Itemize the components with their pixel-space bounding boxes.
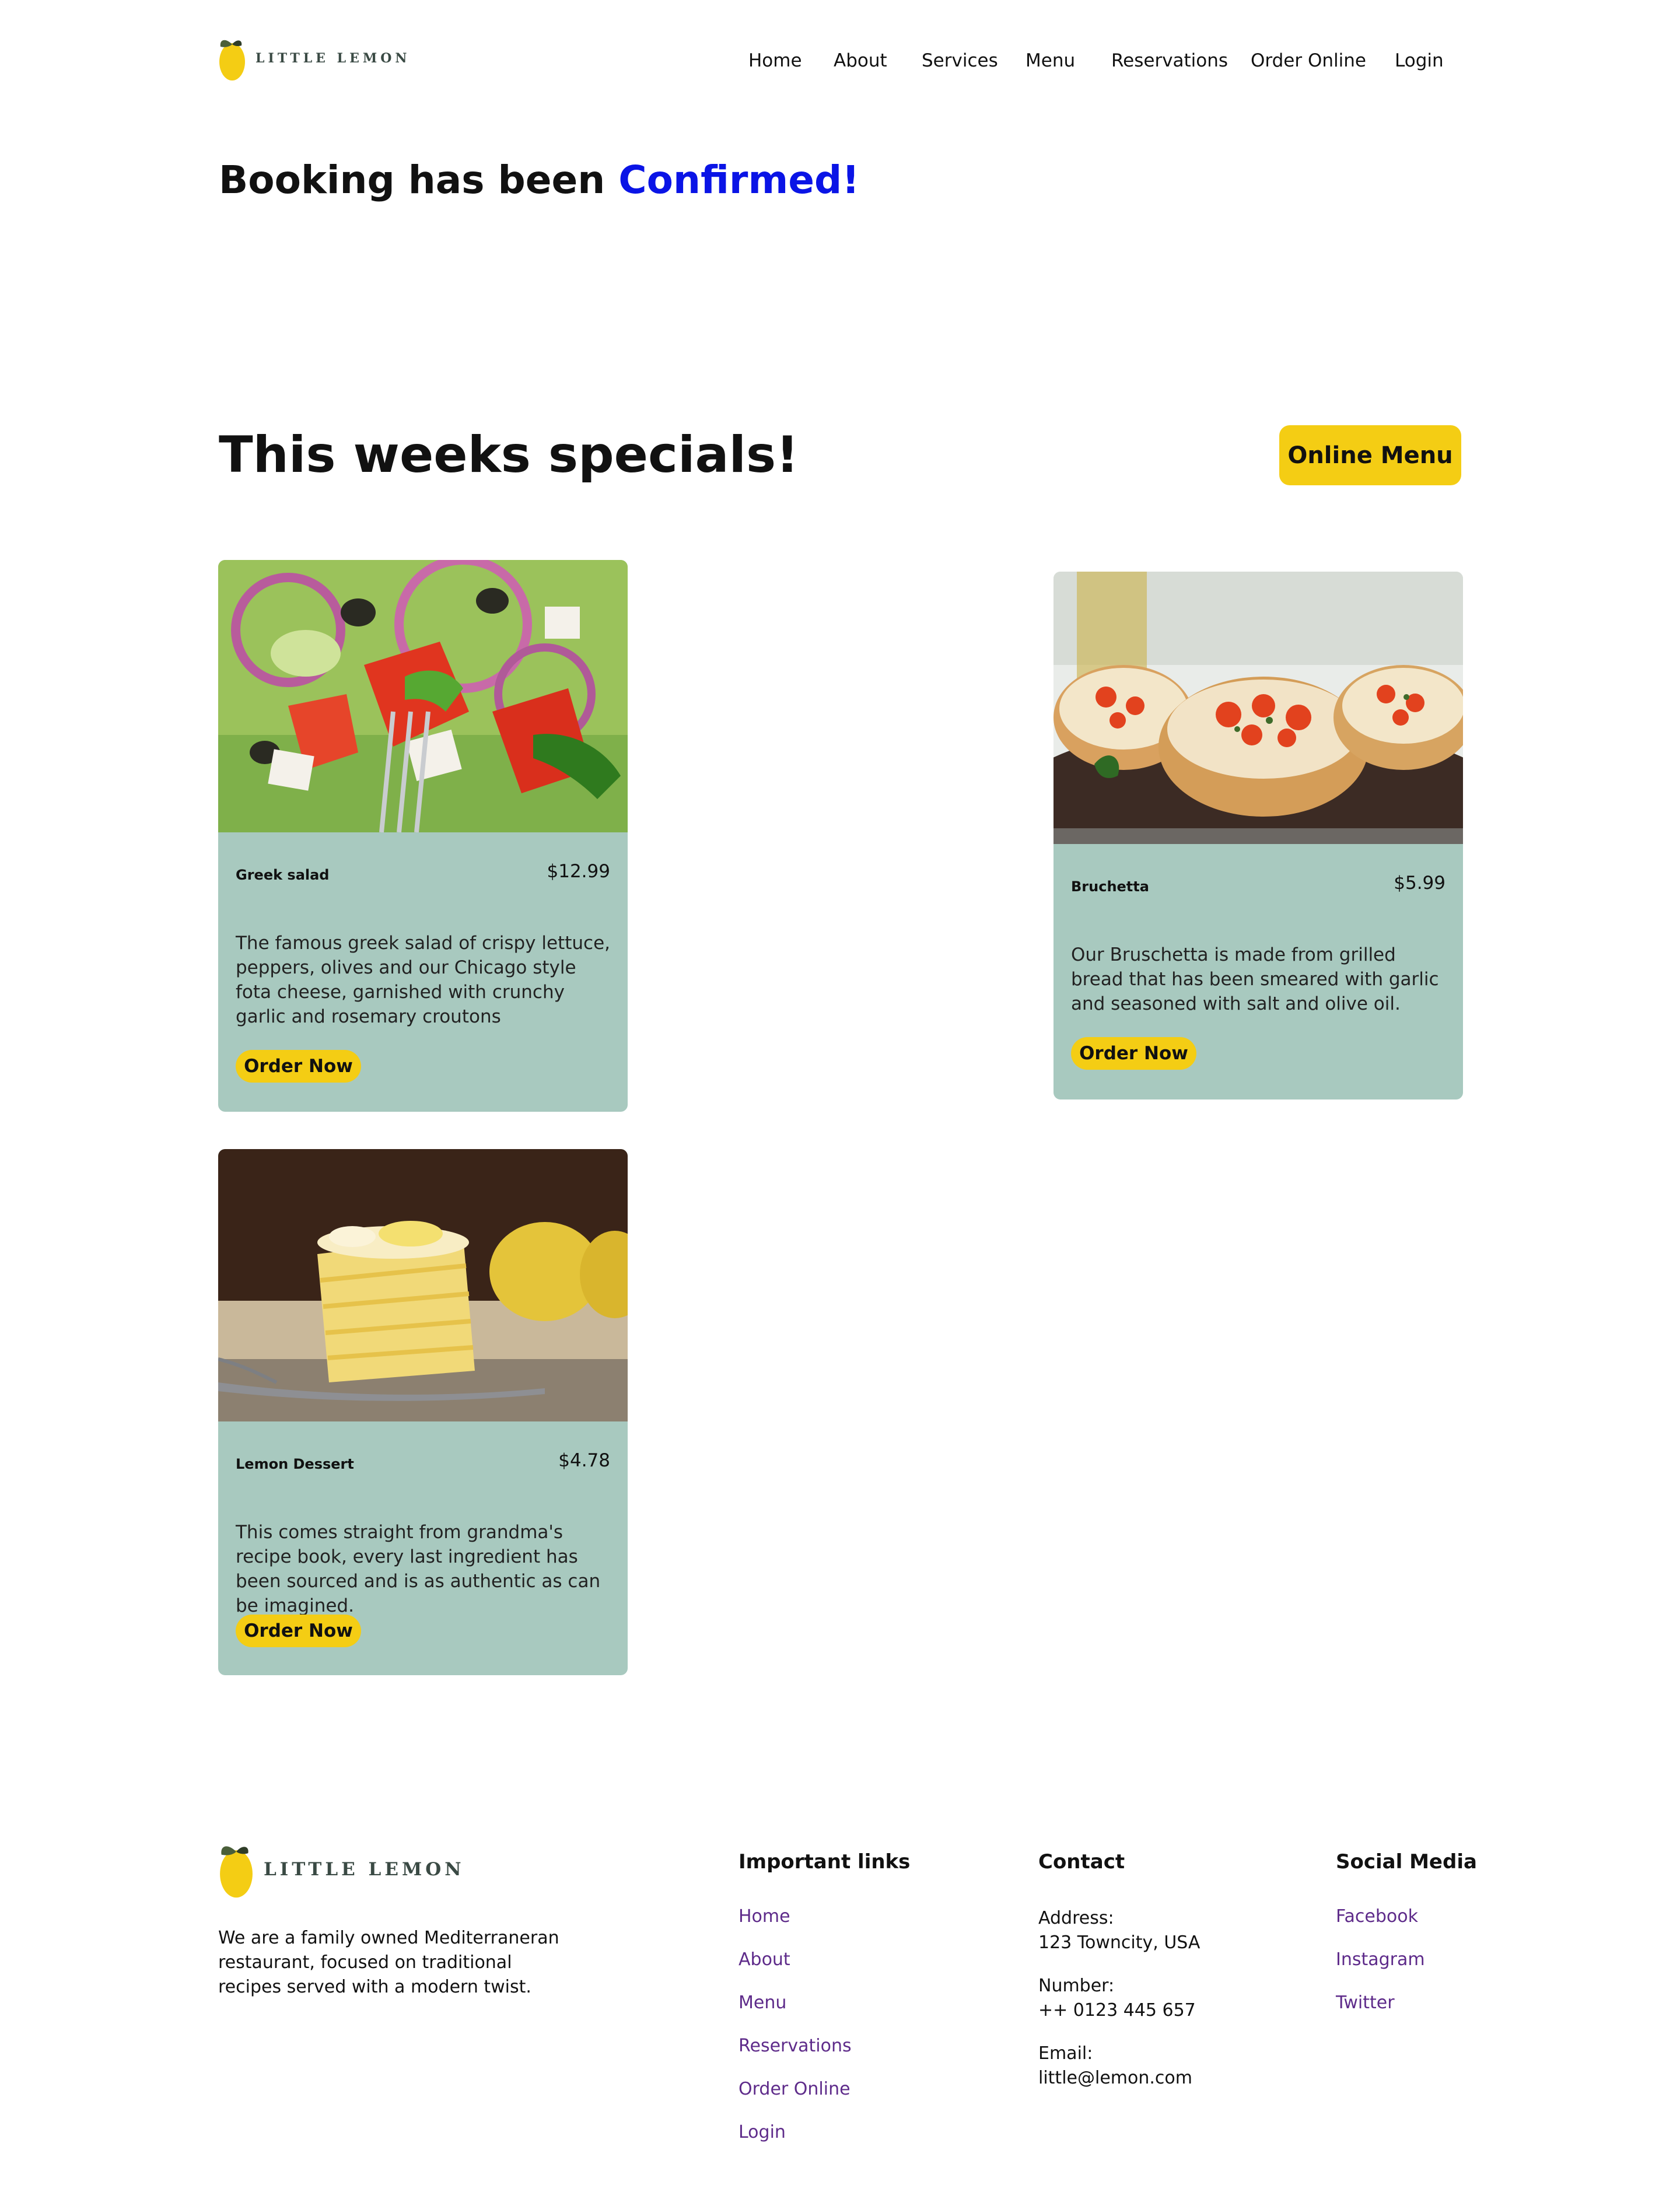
footer-social-heading: Social Media: [1336, 1850, 1477, 1874]
contact-email: little@lemon.com: [1038, 2068, 1192, 2088]
card-price: $5.99: [1394, 873, 1446, 894]
order-now-button[interactable]: Order Now: [236, 1050, 361, 1083]
contact-number-label: Number:: [1038, 1976, 1115, 1996]
footer-link-home[interactable]: Home: [738, 1906, 790, 1927]
card-description: The famous greek salad of crispy lettuce…: [236, 933, 610, 1027]
order-now-button[interactable]: Order Now: [1071, 1037, 1196, 1070]
nav-order-online[interactable]: Order Online: [1251, 50, 1366, 71]
footer-link-about[interactable]: About: [738, 1949, 790, 1970]
nav-menu[interactable]: Menu: [1026, 50, 1075, 71]
footer-logo[interactable]: LITTLE LEMON: [217, 1837, 465, 1902]
card-name: Greek salad: [236, 867, 330, 883]
card-description: This comes straight from grandma's recip…: [236, 1522, 601, 1616]
card-price: $12.99: [547, 861, 610, 882]
lemon-logo-icon: [219, 40, 245, 80]
booking-prefix: Booking has been: [219, 157, 606, 202]
footer-link-reservations[interactable]: Reservations: [738, 2036, 852, 2056]
footer-links-heading: Important links: [738, 1850, 911, 1874]
contact-number: ++ 0123 445 657: [1038, 2000, 1196, 2021]
booking-confirmation-heading: Booking has been Confirmed!: [219, 157, 859, 202]
nav-home[interactable]: Home: [748, 50, 802, 71]
online-menu-button[interactable]: Online Menu: [1279, 425, 1461, 485]
order-now-button[interactable]: Order Now: [236, 1615, 361, 1647]
card-price: $4.78: [558, 1450, 610, 1471]
special-card-greek-salad: Greek salad $12.99 The famous greek sala…: [218, 560, 628, 1112]
footer-link-login[interactable]: Login: [738, 2122, 786, 2142]
card-description: Our Bruschetta is made from grilled brea…: [1071, 944, 1439, 1014]
footer-about-text: We are a family owned Mediterraneran res…: [218, 1928, 559, 1997]
nav-login[interactable]: Login: [1395, 50, 1444, 71]
special-card-lemon-dessert: Lemon Dessert $4.78 This comes straight …: [218, 1149, 628, 1675]
social-link-twitter[interactable]: Twitter: [1336, 1993, 1395, 2013]
nav-services[interactable]: Services: [922, 50, 998, 71]
specials-title: This weeks specials!: [219, 426, 799, 484]
lemon-dessert-image: [218, 1149, 628, 1421]
social-link-facebook[interactable]: Facebook: [1336, 1906, 1418, 1927]
logo-text: LITTLE LEMON: [256, 51, 411, 66]
social-link-instagram[interactable]: Instagram: [1336, 1949, 1425, 1970]
contact-address: 123 Towncity, USA: [1038, 1932, 1200, 1953]
footer-link-order-online[interactable]: Order Online: [738, 2079, 850, 2099]
footer-link-menu[interactable]: Menu: [738, 1993, 786, 2013]
header-logo[interactable]: LITTLE LEMON: [217, 34, 410, 83]
bruschetta-image: [1054, 572, 1463, 844]
card-name: Lemon Dessert: [236, 1456, 354, 1472]
nav-reservations[interactable]: Reservations: [1111, 50, 1228, 71]
footer-logo-text: LITTLE LEMON: [264, 1859, 465, 1880]
footer-contact-heading: Contact: [1038, 1850, 1125, 1874]
greek-salad-image: [218, 560, 628, 832]
booking-confirmed: Confirmed!: [618, 157, 860, 202]
card-name: Bruchetta: [1071, 878, 1149, 895]
nav-about[interactable]: About: [834, 50, 887, 71]
contact-email-label: Email:: [1038, 2043, 1093, 2064]
lemon-logo-icon: [220, 1846, 253, 1898]
special-card-bruchetta: Bruchetta $5.99 Our Bruschetta is made f…: [1054, 572, 1463, 1099]
contact-address-label: Address:: [1038, 1908, 1114, 1928]
